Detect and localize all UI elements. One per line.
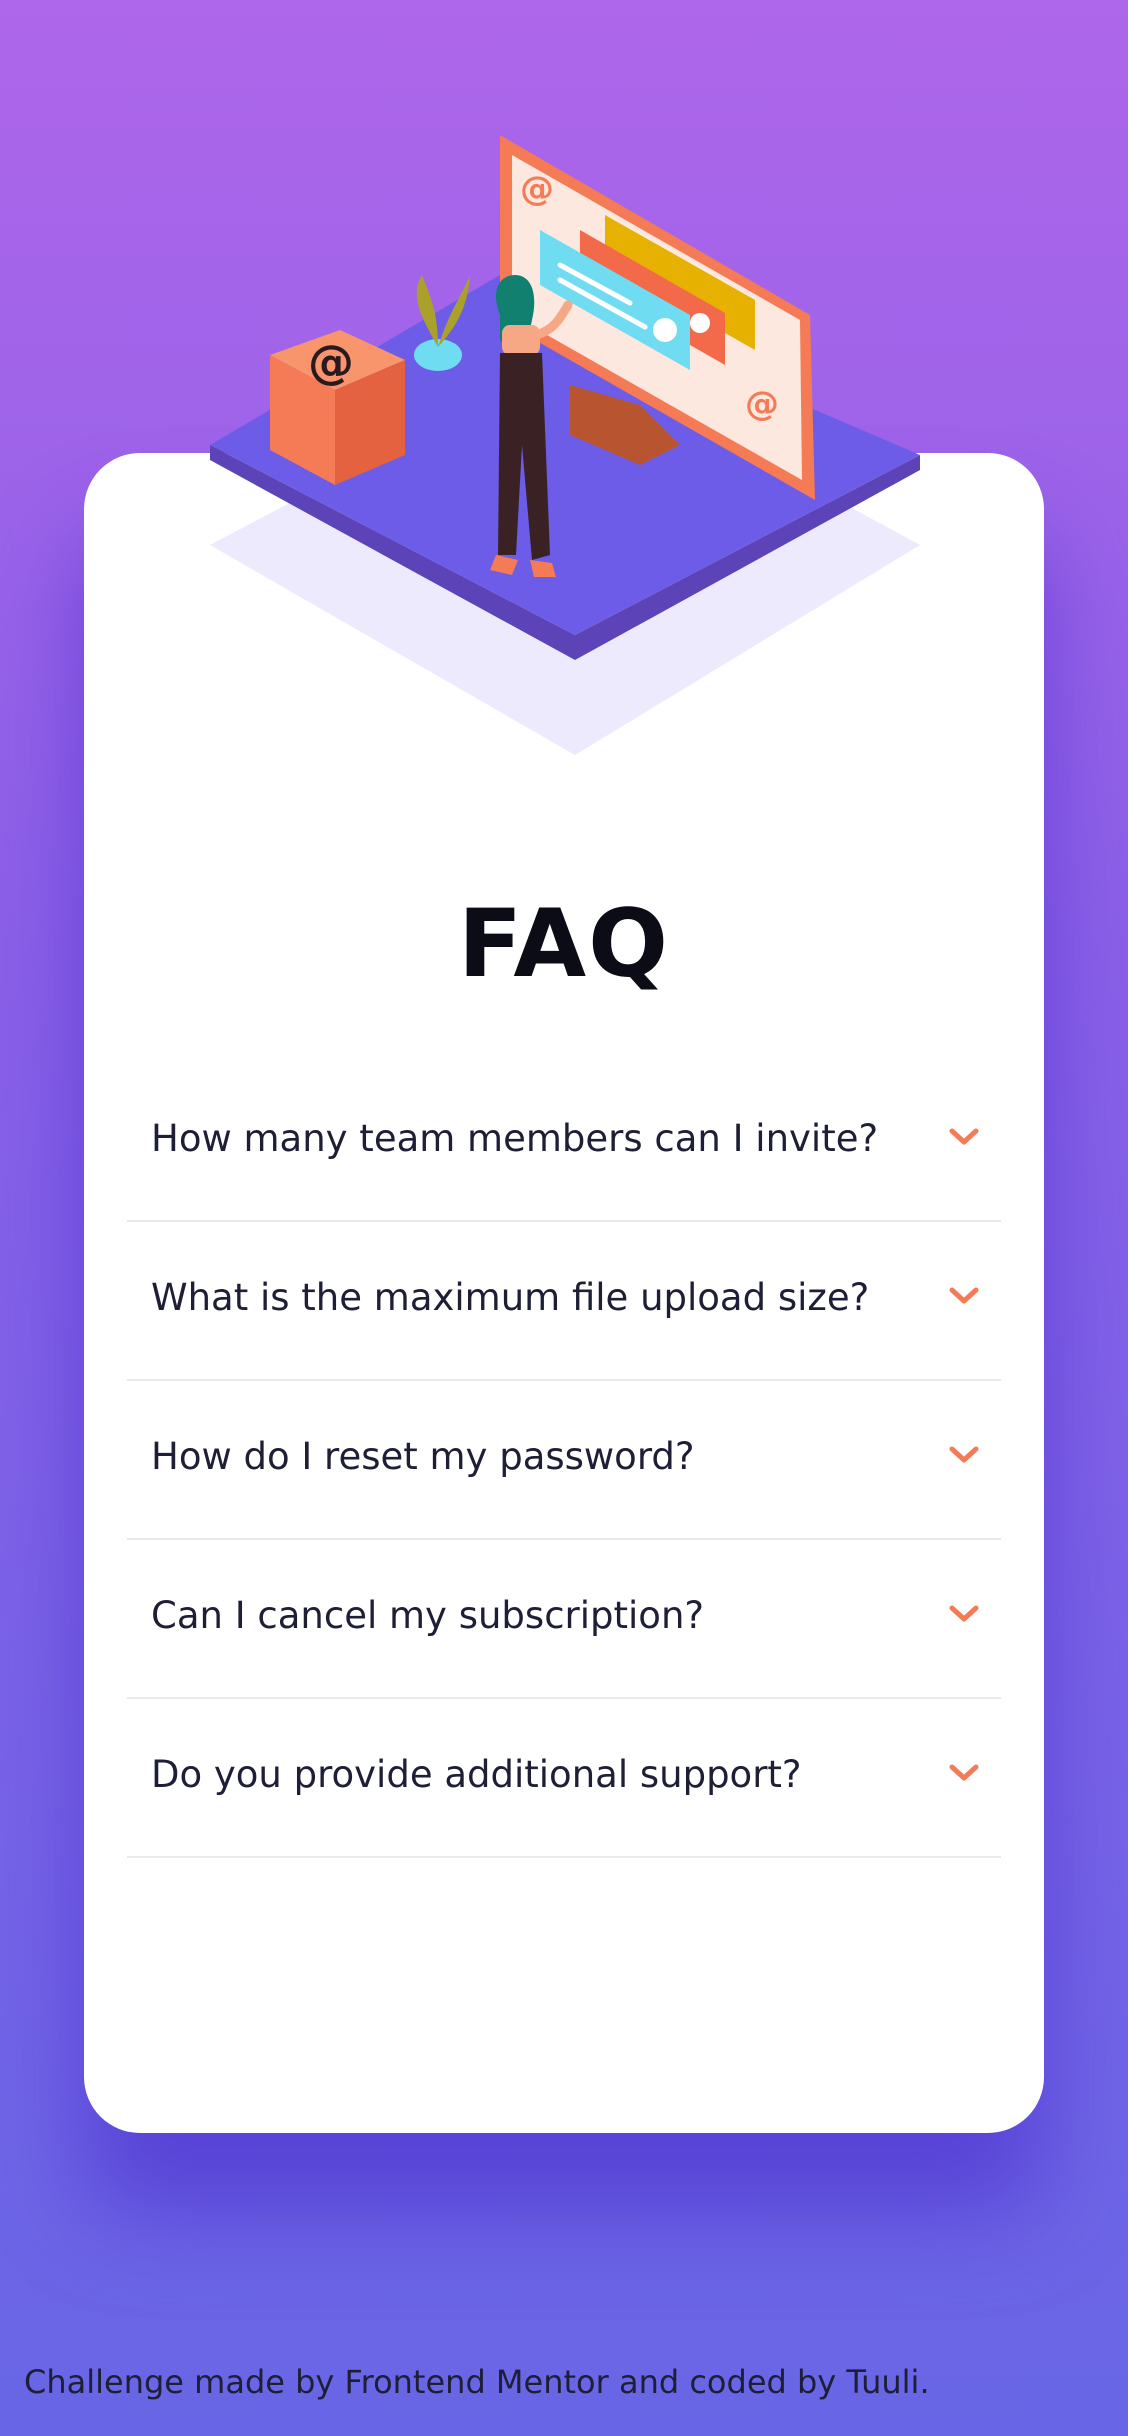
attribution-text: Challenge made by Frontend Mentor and co…: [24, 2363, 930, 2401]
faq-question: Can I cancel my subscription?: [151, 1594, 705, 1637]
faq-question: Do you provide additional support?: [151, 1753, 802, 1796]
chevron-down-icon: [949, 1764, 979, 1781]
faq-item[interactable]: How many team members can I invite?: [127, 1063, 1001, 1222]
faq-item[interactable]: Can I cancel my subscription?: [127, 1540, 1001, 1699]
faq-question: How many team members can I invite?: [151, 1117, 879, 1160]
chevron-down-icon: [949, 1128, 979, 1145]
faq-question: How do I reset my password?: [151, 1435, 695, 1478]
at-sign-icon: @: [520, 169, 554, 209]
faq-list: How many team members can I invite? What…: [127, 1063, 1001, 1858]
chevron-down-icon: [949, 1446, 979, 1463]
chevron-down-icon: [949, 1605, 979, 1622]
faq-item[interactable]: Do you provide additional support?: [127, 1699, 1001, 1858]
page-title: FAQ: [457, 890, 671, 999]
at-sign-icon: @: [308, 335, 354, 389]
faq-question: What is the maximum file upload size?: [151, 1276, 870, 1319]
chevron-down-icon: [949, 1287, 979, 1304]
at-sign-icon: @: [745, 384, 779, 424]
faq-item[interactable]: What is the maximum file upload size?: [127, 1222, 1001, 1381]
woman-online-illustration: @ @ @: [210, 135, 920, 755]
woman-top: [502, 325, 540, 355]
faq-item[interactable]: How do I reset my password?: [127, 1381, 1001, 1540]
chat-dot: [653, 318, 677, 342]
chat-dot: [690, 313, 710, 333]
plant-pot: [414, 339, 462, 371]
